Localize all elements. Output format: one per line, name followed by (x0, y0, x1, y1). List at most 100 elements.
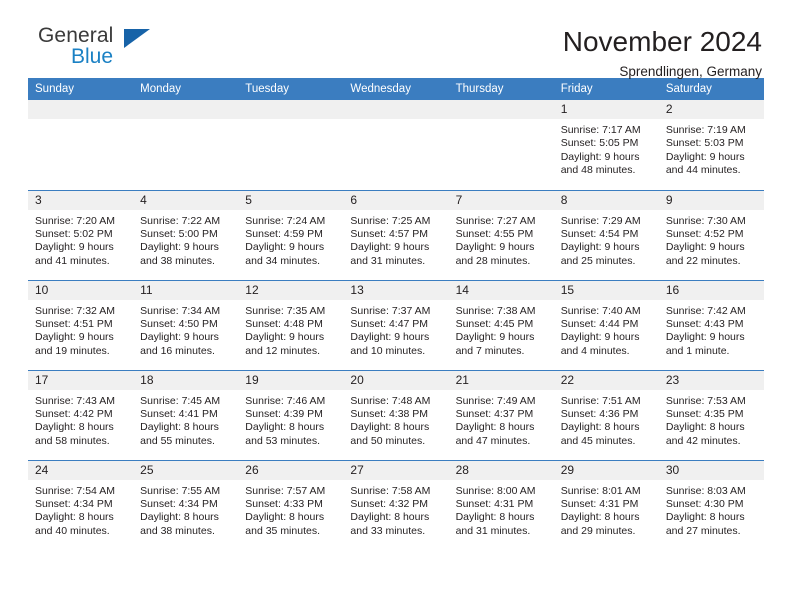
day-number: 11 (133, 280, 239, 300)
calendar-body: 1 Sunrise: 7:17 AM Sunset: 5:05 PM Daylight… (28, 100, 764, 550)
calendar-day-cell[interactable]: 3 Sunrise: 7:20 AM Sunset: 5:02 PM Daylight… (28, 189, 134, 280)
day-details: Sunrise: 7:55 AM Sunset: 4:34 PM Daylight:… (133, 480, 238, 539)
sunrise-text: Sunrise: 7:51 AM (560, 394, 641, 407)
sunrise-text: Sunrise: 8:00 AM (455, 484, 536, 497)
calendar-day-cell[interactable]: 1 Sunrise: 7:17 AM Sunset: 5:05 PM Daylight… (553, 100, 659, 190)
calendar-day-cell[interactable]: 25 Sunrise: 7:55 AM Sunset: 4:34 PM Dayligh… (133, 459, 239, 550)
sunrise-text: Sunrise: 7:22 AM (140, 214, 221, 227)
weekday-header-tuesday: Tuesday (238, 78, 344, 100)
sunrise-text: Sunrise: 7:25 AM (350, 214, 431, 227)
sunset-text: Sunset: 4:33 PM (245, 497, 323, 510)
daylight-text: Daylight: 8 hours and 29 minutes. (560, 511, 640, 537)
calendar-day-cell[interactable]: 29 Sunrise: 8:01 AM Sunset: 4:31 PM Dayligh… (553, 459, 659, 550)
sunset-text: Sunset: 4:34 PM (140, 497, 218, 510)
sunset-text: Sunset: 4:55 PM (455, 227, 534, 240)
day-details: Sunrise: 7:17 AM Sunset: 5:05 PM Daylight:… (554, 119, 659, 178)
calendar-day-cell[interactable]: 12 Sunrise: 7:35 AM Sunset: 4:48 PM Dayligh… (238, 279, 344, 370)
day-number: 2 (658, 100, 764, 119)
calendar-week-row: 3 Sunrise: 7:20 AM Sunset: 5:02 PM Daylight… (28, 189, 764, 280)
day-details: Sunrise: 7:49 AM Sunset: 4:37 PM Daylight:… (449, 390, 554, 449)
calendar-day-cell[interactable]: 13 Sunrise: 7:37 AM Sunset: 4:47 PM Dayligh… (343, 279, 449, 370)
day-number: 25 (133, 460, 239, 480)
calendar-day-cell[interactable]: 30 Sunrise: 8:03 AM Sunset: 4:30 PM Dayligh… (658, 459, 764, 550)
sunrise-text: Sunrise: 7:29 AM (560, 214, 641, 227)
sunset-text: Sunset: 4:52 PM (665, 227, 744, 240)
calendar-day-cell[interactable]: 21 Sunrise: 7:49 AM Sunset: 4:37 PM Dayligh… (448, 369, 554, 460)
calendar-day-cell[interactable]: 15 Sunrise: 7:40 AM Sunset: 4:44 PM Dayligh… (553, 279, 659, 370)
weekday-header-wednesday: Wednesday (343, 78, 449, 100)
calendar-day-cell[interactable]: 14 Sunrise: 7:38 AM Sunset: 4:45 PM Dayligh… (448, 279, 554, 370)
day-number (343, 100, 449, 119)
day-details: Sunrise: 8:03 AM Sunset: 4:30 PM Daylight:… (659, 480, 764, 539)
calendar-day-cell[interactable]: 24 Sunrise: 7:54 AM Sunset: 4:34 PM Dayligh… (28, 459, 134, 550)
day-details: Sunrise: 7:54 AM Sunset: 4:34 PM Daylight:… (28, 480, 133, 539)
day-number: 4 (133, 190, 239, 210)
calendar-day-cell[interactable]: 28 Sunrise: 8:00 AM Sunset: 4:31 PM Dayligh… (448, 459, 554, 550)
day-number: 20 (343, 370, 449, 390)
daylight-text: Daylight: 9 hours and 48 minutes. (560, 150, 640, 177)
daylight-text: Daylight: 9 hours and 16 minutes. (140, 331, 219, 357)
day-number: 3 (28, 190, 134, 210)
calendar-day-cell[interactable]: 4 Sunrise: 7:22 AM Sunset: 5:00 PM Daylight… (133, 189, 239, 280)
daylight-text: Daylight: 8 hours and 55 minutes. (140, 421, 219, 447)
daylight-text: Daylight: 9 hours and 12 minutes. (245, 331, 325, 357)
calendar-day-cell[interactable]: 7 Sunrise: 7:27 AM Sunset: 4:55 PM Daylight… (448, 189, 554, 280)
day-number: 10 (28, 280, 134, 300)
sunset-text: Sunset: 4:30 PM (665, 497, 744, 510)
day-details: Sunrise: 7:25 AM Sunset: 4:57 PM Daylight:… (343, 210, 448, 269)
daylight-text: Daylight: 9 hours and 4 minutes. (560, 331, 640, 357)
calendar-day-cell[interactable]: 17 Sunrise: 7:43 AM Sunset: 4:42 PM Dayligh… (28, 369, 134, 460)
title-block: November 2024 Sprendlingen, Germany (563, 26, 764, 82)
day-details: Sunrise: 7:57 AM Sunset: 4:33 PM Daylight:… (238, 480, 343, 539)
calendar-day-cell[interactable]: 22 Sunrise: 7:51 AM Sunset: 4:36 PM Dayligh… (553, 369, 659, 460)
daylight-text: Daylight: 8 hours and 45 minutes. (560, 421, 640, 447)
calendar-day-cell[interactable]: 8 Sunrise: 7:29 AM Sunset: 4:54 PM Daylight… (553, 189, 659, 280)
day-number: 6 (343, 190, 449, 210)
day-details: Sunrise: 7:30 AM Sunset: 4:52 PM Daylight:… (659, 210, 764, 269)
calendar-day-cell[interactable]: 18 Sunrise: 7:45 AM Sunset: 4:41 PM Dayligh… (133, 369, 239, 460)
sunrise-text: Sunrise: 7:30 AM (665, 214, 746, 227)
day-details: Sunrise: 7:46 AM Sunset: 4:39 PM Daylight:… (238, 390, 343, 449)
day-details: Sunrise: 7:45 AM Sunset: 4:41 PM Daylight:… (133, 390, 238, 449)
calendar-day-cell[interactable]: 9 Sunrise: 7:30 AM Sunset: 4:52 PM Daylight… (658, 189, 764, 280)
day-number: 24 (28, 460, 134, 480)
calendar-day-cell[interactable]: 23 Sunrise: 7:53 AM Sunset: 4:35 PM Dayligh… (658, 369, 764, 460)
daylight-text: Daylight: 9 hours and 44 minutes. (665, 150, 745, 177)
calendar-day-cell[interactable]: 10 Sunrise: 7:32 AM Sunset: 4:51 PM Dayligh… (28, 279, 134, 370)
day-number: 12 (238, 280, 344, 300)
sunrise-text: Sunrise: 7:54 AM (35, 484, 115, 497)
sunrise-text: Sunrise: 7:38 AM (455, 304, 536, 317)
sunset-text: Sunset: 4:54 PM (560, 227, 639, 240)
sunrise-text: Sunrise: 7:17 AM (560, 124, 641, 136)
day-number: 7 (448, 190, 554, 210)
calendar-day-cell[interactable]: 19 Sunrise: 7:46 AM Sunset: 4:39 PM Dayligh… (238, 369, 344, 460)
day-number: 22 (553, 370, 659, 390)
day-number: 15 (553, 280, 659, 300)
calendar-day-cell[interactable]: 26 Sunrise: 7:57 AM Sunset: 4:33 PM Dayligh… (238, 459, 344, 550)
calendar-day-cell[interactable]: 2 Sunrise: 7:19 AM Sunset: 5:03 PM Daylight… (658, 100, 764, 190)
day-number: 29 (553, 460, 659, 480)
calendar-empty-cell (343, 100, 449, 190)
sunrise-text: Sunrise: 7:49 AM (455, 394, 536, 407)
page-title: November 2024 (562, 26, 762, 57)
calendar-day-cell[interactable]: 20 Sunrise: 7:48 AM Sunset: 4:38 PM Dayligh… (343, 369, 449, 460)
sunset-text: Sunset: 4:38 PM (350, 407, 429, 420)
calendar-day-cell[interactable]: 5 Sunrise: 7:24 AM Sunset: 4:59 PM Daylight… (238, 189, 344, 280)
day-details: Sunrise: 7:27 AM Sunset: 4:55 PM Daylight:… (449, 210, 554, 269)
daylight-text: Daylight: 8 hours and 42 minutes. (665, 421, 745, 447)
calendar-day-cell[interactable]: 27 Sunrise: 7:58 AM Sunset: 4:32 PM Dayligh… (343, 459, 449, 550)
daylight-text: Daylight: 9 hours and 25 minutes. (560, 241, 640, 267)
day-details: Sunrise: 7:43 AM Sunset: 4:42 PM Daylight:… (28, 390, 133, 449)
day-number: 26 (238, 460, 344, 480)
calendar-day-cell[interactable]: 6 Sunrise: 7:25 AM Sunset: 4:57 PM Daylight… (343, 189, 449, 280)
day-number: 19 (238, 370, 344, 390)
sunset-text: Sunset: 4:32 PM (350, 497, 429, 510)
calendar-day-cell[interactable]: 16 Sunrise: 7:42 AM Sunset: 4:43 PM Dayligh… (658, 279, 764, 370)
sunrise-text: Sunrise: 7:57 AM (245, 484, 326, 497)
page-subtitle: Sprendlingen, Germany (619, 64, 762, 79)
sunrise-text: Sunrise: 7:20 AM (35, 214, 115, 227)
daylight-text: Daylight: 8 hours and 40 minutes. (35, 511, 114, 537)
calendar-day-cell[interactable]: 11 Sunrise: 7:34 AM Sunset: 4:50 PM Dayligh… (133, 279, 239, 370)
day-number: 14 (448, 280, 554, 300)
triangle-logo-icon (124, 29, 150, 48)
